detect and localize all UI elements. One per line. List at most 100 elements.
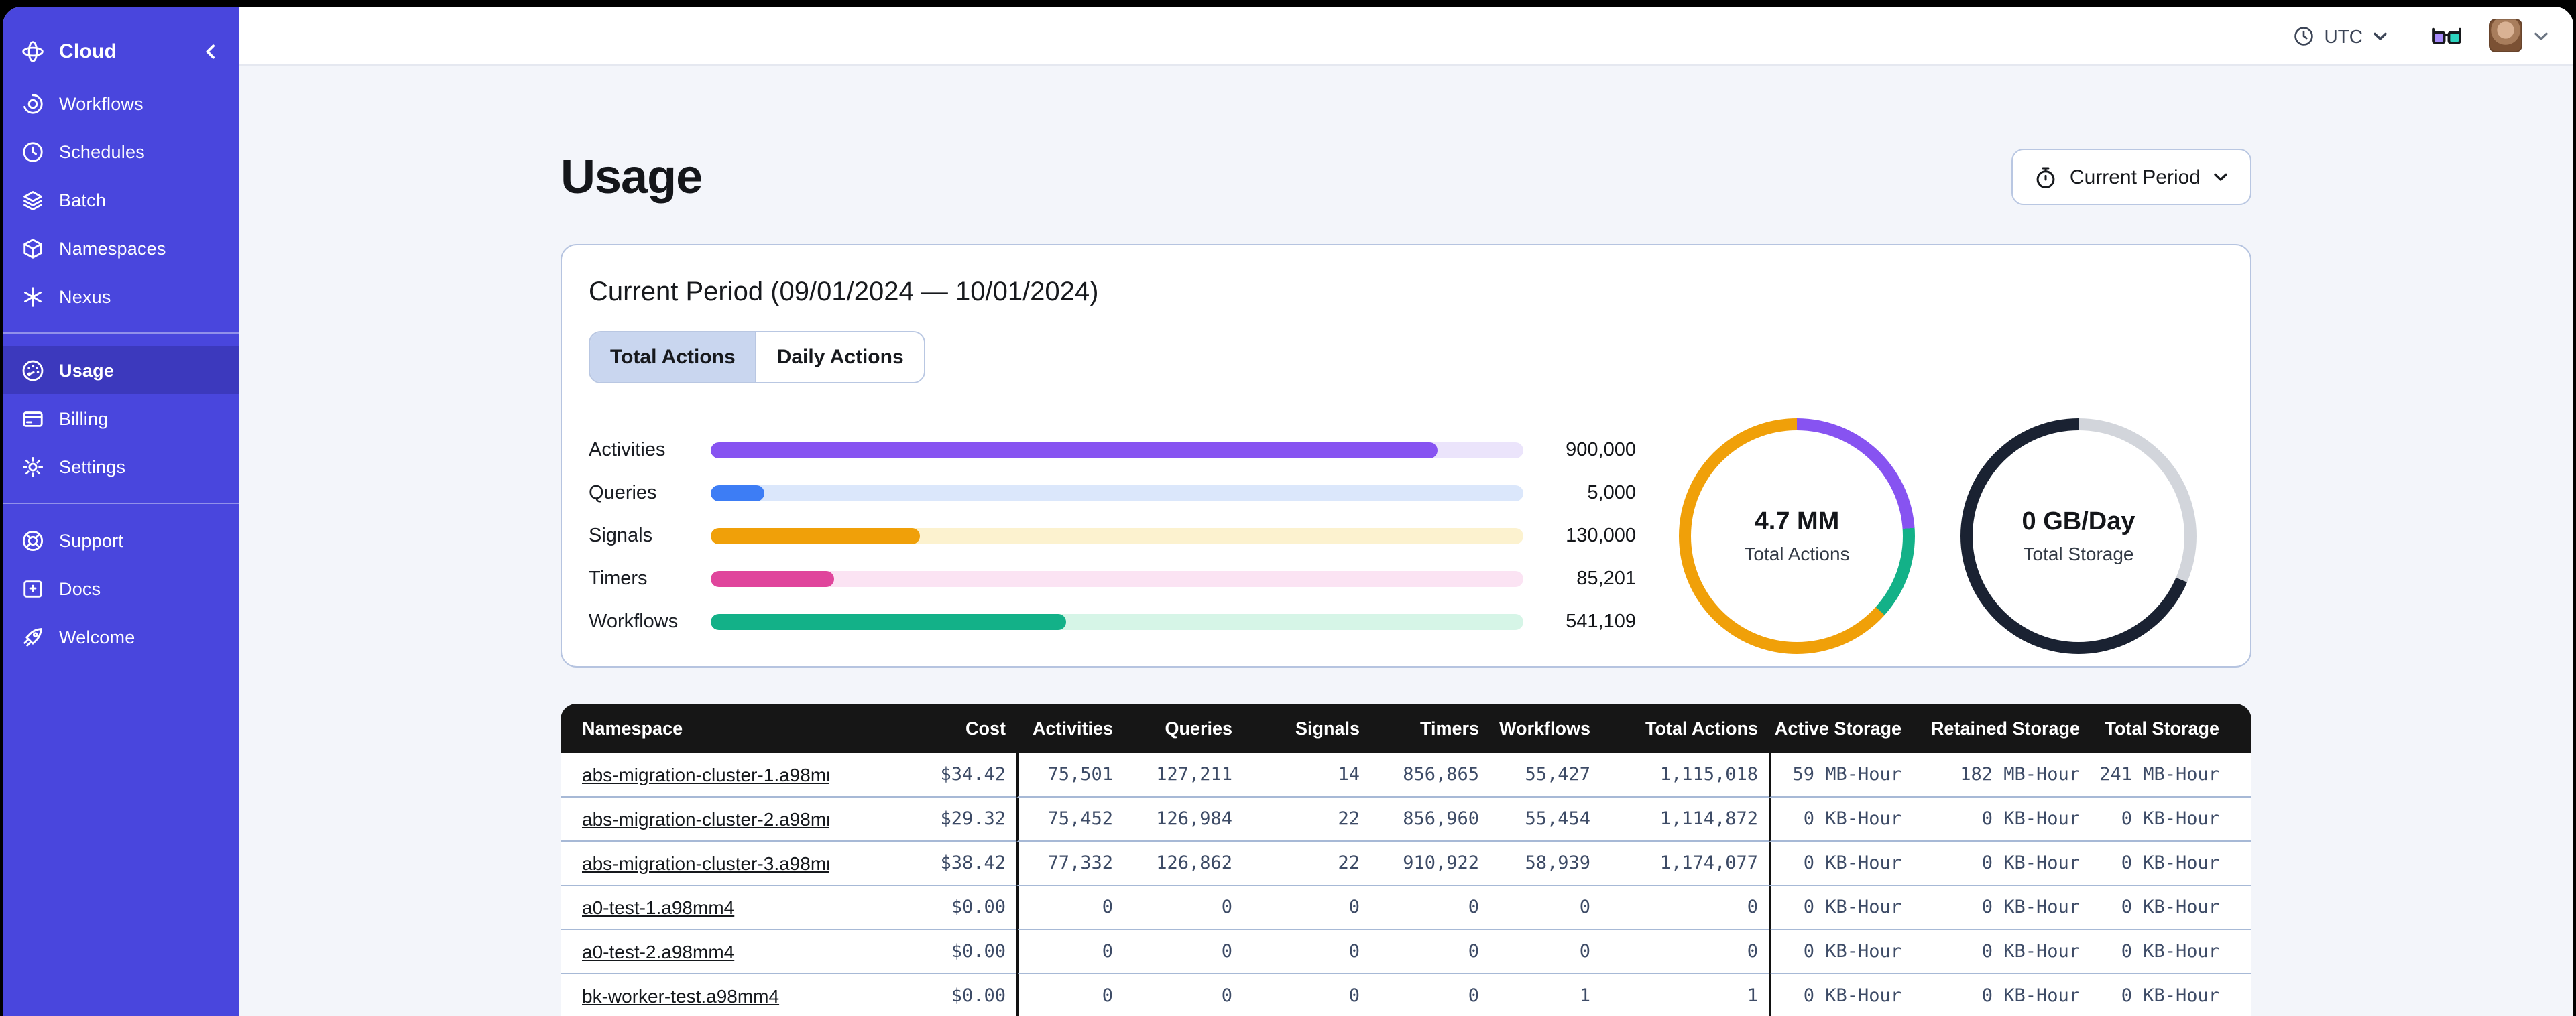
avatar	[2489, 19, 2522, 52]
sidebar-item-docs[interactable]: Docs	[3, 564, 239, 613]
period-selector-button[interactable]: Current Period	[2011, 149, 2251, 205]
feedback-glasses-button[interactable]	[2431, 25, 2462, 46]
sidebar-item-usage[interactable]: Usage	[3, 346, 239, 394]
namespace-link[interactable]: a0-test-1.a98mm4	[582, 897, 734, 918]
sidebar-collapse-button[interactable]	[202, 42, 220, 60]
table-row: bk-worker-test.a98mm4 $0.00 0 0 0 0 1 1 0 KB-Hou…	[561, 974, 2251, 1016]
cell-namespace: abs-migration-cluster-3.a98mm4	[561, 842, 829, 886]
cell-total-storage: 0 KB-Hour	[2091, 842, 2251, 886]
sidebar-item-schedules[interactable]: Schedules	[3, 127, 239, 176]
usage-bar-row-signals: Signals 130,000	[589, 515, 1636, 558]
tab-total-actions[interactable]: Total Actions	[590, 332, 756, 382]
total-actions-donut: 4.7 MM Total Actions	[1679, 418, 1915, 654]
account-menu[interactable]	[2489, 19, 2549, 52]
column-header-workflows: Workflows	[1490, 704, 1601, 753]
cell-total-actions: 0	[1601, 886, 1769, 930]
cell-queries: 126,862	[1124, 842, 1243, 886]
namespace-link[interactable]: abs-migration-cluster-1.a98mm4	[582, 764, 829, 785]
cell-cost: $29.32	[829, 798, 1016, 842]
cell-total-storage: 0 KB-Hour	[2091, 930, 2251, 974]
cell-timers: 910,922	[1370, 842, 1490, 886]
actions-tabs: Total Actions Daily Actions	[589, 331, 925, 383]
cell-signals: 14	[1243, 753, 1370, 798]
cell-total-storage: 241 MB-Hour	[2091, 753, 2251, 798]
cell-total-actions: 1,114,872	[1601, 798, 1769, 842]
table-row: a0-test-1.a98mm4 $0.00 0 0 0 0 0 0 0 KB-Hour 0 KB…	[561, 886, 2251, 930]
cell-queries: 126,984	[1124, 798, 1243, 842]
donut-label: Total Actions	[1744, 543, 1850, 564]
sidebar-item-label: Workflows	[59, 93, 143, 113]
sidebar: Cloud Workflows Schedules Batch Namespaces Ne…	[3, 7, 239, 1016]
namespace-link[interactable]: bk-worker-test.a98mm4	[582, 985, 779, 1007]
namespace-usage-table: Namespace Cost Activities Queries Signals Tim…	[561, 704, 2251, 1016]
sidebar-item-batch[interactable]: Batch	[3, 176, 239, 224]
action-bars-chart: Activities 900,000 Queries 5,000 Signals 130,…	[589, 429, 1636, 643]
bar-fill	[711, 528, 921, 544]
column-header-timers: Timers	[1370, 704, 1490, 753]
usage-bar-row-queries: Queries 5,000	[589, 472, 1636, 515]
chevron-down-icon	[2213, 170, 2229, 184]
cell-cost: $34.42	[829, 753, 1016, 798]
cell-total-actions: 0	[1601, 930, 1769, 974]
sidebar-item-label: Docs	[59, 578, 101, 598]
cell-activities: 77,332	[1016, 842, 1124, 886]
bar-value: 85,201	[1576, 568, 1636, 590]
cell-signals: 0	[1243, 974, 1370, 1016]
current-period-card: Current Period (09/01/2024 — 10/01/2024)…	[561, 244, 2251, 668]
sidebar-item-welcome[interactable]: Welcome	[3, 613, 239, 661]
cell-retained-storage: 0 KB-Hour	[1912, 886, 2091, 930]
cell-activities: 0	[1016, 886, 1124, 930]
sidebar-item-namespaces[interactable]: Namespaces	[3, 224, 239, 272]
billing-icon	[21, 407, 44, 430]
sidebar-item-workflows[interactable]: Workflows	[3, 79, 239, 127]
cell-workflows: 1	[1490, 974, 1601, 1016]
cell-activities: 0	[1016, 930, 1124, 974]
cell-total-actions: 1,115,018	[1601, 753, 1769, 798]
cell-timers: 0	[1370, 974, 1490, 1016]
cell-total-actions: 1,174,077	[1601, 842, 1769, 886]
nexus-icon	[21, 285, 44, 308]
cell-namespace: a0-test-2.a98mm4	[561, 930, 829, 974]
sidebar-item-cloud[interactable]: Cloud	[3, 25, 239, 76]
sidebar-item-label: Batch	[59, 190, 107, 210]
chevron-down-icon	[2533, 29, 2549, 42]
cell-cost: $0.00	[829, 930, 1016, 974]
bar-fill	[711, 571, 833, 587]
sidebar-item-settings[interactable]: Settings	[3, 442, 239, 491]
sidebar-item-support[interactable]: Support	[3, 516, 239, 564]
cell-retained-storage: 0 KB-Hour	[1912, 930, 2091, 974]
cell-total-storage: 0 KB-Hour	[2091, 798, 2251, 842]
glasses-icon	[2431, 25, 2462, 46]
column-header-retained-storage: Retained Storage	[1912, 704, 2091, 753]
bar-value: 5,000	[1587, 483, 1636, 504]
sidebar-item-label: Settings	[59, 456, 126, 477]
support-icon	[21, 529, 44, 552]
clock-icon	[2293, 25, 2315, 46]
sidebar-item-nexus[interactable]: Nexus	[3, 272, 239, 320]
page-title: Usage	[561, 149, 703, 204]
usage-bar-row-activities: Activities 900,000	[589, 429, 1636, 472]
sidebar-item-label: Usage	[59, 360, 115, 380]
namespace-link[interactable]: abs-migration-cluster-2.a98mm4	[582, 808, 829, 830]
cell-timers: 856,865	[1370, 753, 1490, 798]
bar-label: Timers	[589, 568, 648, 590]
cell-retained-storage: 0 KB-Hour	[1912, 974, 2091, 1016]
tab-daily-actions[interactable]: Daily Actions	[755, 332, 924, 382]
cell-total-actions: 1	[1601, 974, 1769, 1016]
timezone-label: UTC	[2324, 25, 2363, 46]
cell-active-storage: 59 MB-Hour	[1769, 753, 1912, 798]
cell-namespace: abs-migration-cluster-1.a98mm4	[561, 753, 829, 798]
cell-queries: 0	[1124, 930, 1243, 974]
cell-cost: $0.00	[829, 974, 1016, 1016]
namespace-link[interactable]: abs-migration-cluster-3.a98mm4	[582, 852, 829, 874]
cell-queries: 0	[1124, 974, 1243, 1016]
sidebar-item-billing[interactable]: Billing	[3, 394, 239, 442]
cell-active-storage: 0 KB-Hour	[1769, 798, 1912, 842]
cell-retained-storage: 0 KB-Hour	[1912, 798, 2091, 842]
timezone-selector[interactable]: UTC	[2293, 25, 2388, 46]
table-row: abs-migration-cluster-1.a98mm4 $34.42 75,5…	[561, 753, 2251, 798]
namespace-link[interactable]: a0-test-2.a98mm4	[582, 941, 734, 962]
cell-active-storage: 0 KB-Hour	[1769, 974, 1912, 1016]
bar-track	[711, 442, 1523, 458]
sidebar-item-label: Nexus	[59, 286, 111, 306]
